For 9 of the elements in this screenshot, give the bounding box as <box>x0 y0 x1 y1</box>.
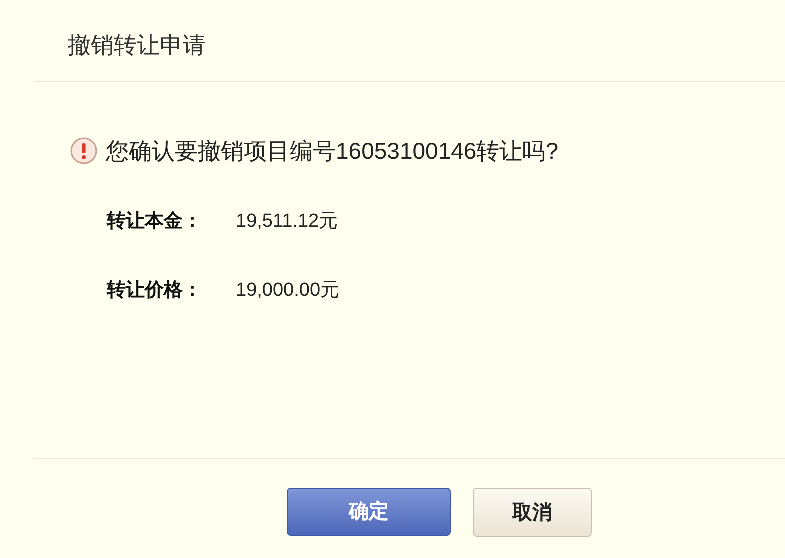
field-value: 19,511.12元 <box>236 210 338 234</box>
field-value: 19,000.00元 <box>236 278 340 302</box>
dialog-title: 撤销转让申请 <box>68 32 206 58</box>
confirm-button[interactable]: 确定 <box>287 488 451 536</box>
field-label: 转让本金： <box>107 210 203 234</box>
warning-icon <box>70 136 98 165</box>
field-label: 转让价格： <box>107 278 203 302</box>
confirm-message: 您确认要撤销项目编号16053100146转让吗? <box>106 136 558 166</box>
cancel-button[interactable]: 取消 <box>473 488 592 537</box>
